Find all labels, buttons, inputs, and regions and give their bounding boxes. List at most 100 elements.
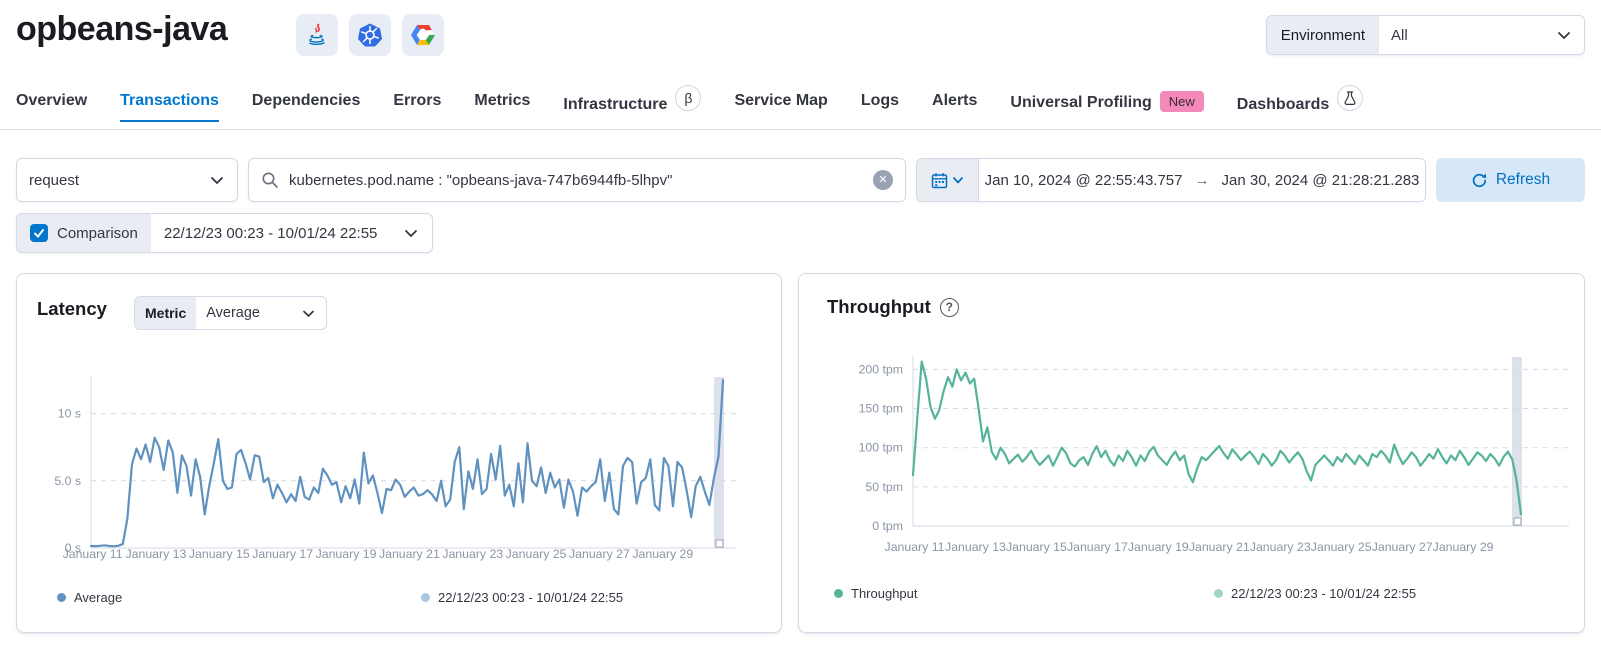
latency-metric-select[interactable]: Metric Average <box>134 296 327 330</box>
chevron-down-icon <box>301 306 316 321</box>
calendar-menu-button[interactable] <box>917 159 979 201</box>
metric-value[interactable]: Average <box>196 297 326 329</box>
tab-label: Logs <box>861 92 899 110</box>
tab-label: Transactions <box>120 92 219 110</box>
new-badge: New <box>1160 91 1204 112</box>
chevron-down-icon <box>403 225 419 241</box>
google-cloud-icon <box>402 14 444 56</box>
tab-alerts[interactable]: Alerts <box>932 92 977 122</box>
end-date[interactable]: Jan 30, 2024 @ 21:28:21.283 <box>1222 172 1420 189</box>
beta-badge-icon: β <box>675 85 701 111</box>
x-axis-tick-label: January 23 <box>1250 540 1311 554</box>
y-axis-tick-label: 100 tpm <box>859 441 903 455</box>
checkmark-icon <box>33 227 45 239</box>
comparison-checkbox[interactable] <box>30 224 48 242</box>
selection-annotation-band[interactable] <box>1512 357 1522 526</box>
transaction-type-select[interactable]: request <box>16 158 238 202</box>
tab-label: Metrics <box>474 92 530 110</box>
x-axis-tick-label: January 11 <box>63 547 123 561</box>
x-axis-tick-label: January 13 <box>126 547 187 561</box>
search-icon <box>261 171 279 189</box>
x-axis-tick-label: January 13 <box>945 540 1006 554</box>
throughput-series-line[interactable] <box>913 362 1521 515</box>
metric-label: Metric <box>135 297 196 329</box>
tab-label: Service Map <box>734 92 827 110</box>
tab-transactions[interactable]: Transactions <box>120 92 219 122</box>
annotation-handle[interactable] <box>716 540 723 547</box>
throughput-panel-title: Throughput <box>827 296 931 318</box>
comparison-toggle: Comparison <box>17 214 151 252</box>
x-axis-tick-label: January 11 <box>885 540 945 554</box>
legend-dot-icon <box>57 593 66 602</box>
y-axis-tick-label: 0 tpm <box>872 519 903 533</box>
y-axis-tick-label: 10 s <box>58 407 81 421</box>
refresh-icon <box>1471 172 1488 189</box>
start-date[interactable]: Jan 10, 2024 @ 22:55:43.757 <box>985 172 1183 189</box>
environment-value[interactable]: All <box>1379 16 1584 54</box>
date-range-picker[interactable]: Jan 10, 2024 @ 22:55:43.757 → Jan 30, 20… <box>916 158 1426 202</box>
kubernetes-icon <box>349 14 391 56</box>
latency-series-line[interactable] <box>91 380 723 546</box>
legend-item[interactable]: 22/12/23 00:23 - 10/01/24 22:55 <box>1214 586 1416 601</box>
comparison-range-value: 22/12/23 00:23 - 10/01/24 22:55 <box>164 225 378 242</box>
kql-search-bar[interactable]: ✕ <box>248 158 906 202</box>
comparison-range-select[interactable]: 22/12/23 00:23 - 10/01/24 22:55 <box>151 214 433 252</box>
chevron-down-icon <box>209 172 225 188</box>
environment-label: Environment <box>1267 16 1379 54</box>
x-axis-tick-label: January 19 <box>1128 540 1189 554</box>
chevron-down-icon <box>952 174 964 186</box>
lab-flask-icon <box>1337 85 1363 111</box>
transaction-type-value: request <box>29 172 79 189</box>
tab-label: Errors <box>393 92 441 110</box>
latency-panel-title: Latency <box>37 298 107 320</box>
chevron-down-icon <box>1556 27 1572 43</box>
java-icon <box>296 14 338 56</box>
x-axis-tick-label: January 25 <box>506 547 567 561</box>
legend-label: 22/12/23 00:23 - 10/01/24 22:55 <box>438 590 623 605</box>
metric-selected-option: Average <box>206 305 260 321</box>
tab-errors[interactable]: Errors <box>393 92 441 122</box>
search-input[interactable] <box>289 172 863 189</box>
tab-dashboards[interactable]: Dashboards <box>1237 92 1363 130</box>
throughput-chart[interactable]: 0 tpm50 tpm100 tpm150 tpm200 tpmJanuary … <box>799 274 1584 614</box>
tab-dependencies[interactable]: Dependencies <box>252 92 360 122</box>
legend-dot-icon <box>1214 589 1223 598</box>
legend-item[interactable]: 22/12/23 00:23 - 10/01/24 22:55 <box>421 590 623 605</box>
comparison-label: Comparison <box>57 225 138 242</box>
clear-search-icon[interactable]: ✕ <box>873 170 893 190</box>
legend-item[interactable]: Throughput <box>834 586 918 601</box>
help-icon[interactable]: ? <box>940 298 959 317</box>
tab-label: Overview <box>16 92 87 110</box>
latency-chart[interactable]: 0 s5.0 s10 sJanuary 11January 13January … <box>17 274 781 614</box>
y-axis-tick-label: 50 tpm <box>865 480 903 494</box>
tab-universal-profiling[interactable]: Universal Profiling New <box>1010 92 1203 125</box>
annotation-handle[interactable] <box>1514 518 1521 525</box>
tab-service-map[interactable]: Service Map <box>734 92 827 122</box>
environment-selected-option: All <box>1391 27 1408 44</box>
x-axis-tick-label: January 29 <box>1433 540 1494 554</box>
x-axis-tick-label: January 21 <box>1189 540 1250 554</box>
tab-metrics[interactable]: Metrics <box>474 92 530 122</box>
page-title: opbeans-java <box>16 10 227 49</box>
legend-dot-icon <box>834 589 843 598</box>
y-axis-tick-label: 200 tpm <box>859 362 903 376</box>
x-axis-tick-label: January 27 <box>1372 540 1433 554</box>
legend-label: Average <box>74 590 122 605</box>
tab-infrastructure[interactable]: Infrastructureβ <box>563 92 701 130</box>
x-axis-tick-label: January 15 <box>1006 540 1067 554</box>
legend-dot-icon <box>421 593 430 602</box>
tab-label: Universal Profiling <box>1010 94 1151 112</box>
tab-label: Dashboards <box>1237 96 1329 114</box>
tab-logs[interactable]: Logs <box>861 92 899 122</box>
comparison-control-group: Comparison 22/12/23 00:23 - 10/01/24 22:… <box>16 213 433 253</box>
refresh-button[interactable]: Refresh <box>1436 158 1585 202</box>
latency-panel: 0 s5.0 s10 sJanuary 11January 13January … <box>16 273 782 633</box>
x-axis-tick-label: January 29 <box>632 547 693 561</box>
environment-select[interactable]: Environment All <box>1266 15 1585 55</box>
legend-item[interactable]: Average <box>57 590 122 605</box>
tab-overview[interactable]: Overview <box>16 92 87 122</box>
x-axis-tick-label: January 21 <box>379 547 440 561</box>
refresh-label: Refresh <box>1496 171 1550 189</box>
x-axis-tick-label: January 23 <box>442 547 503 561</box>
date-range-display[interactable]: Jan 10, 2024 @ 22:55:43.757 → Jan 30, 20… <box>979 172 1425 189</box>
